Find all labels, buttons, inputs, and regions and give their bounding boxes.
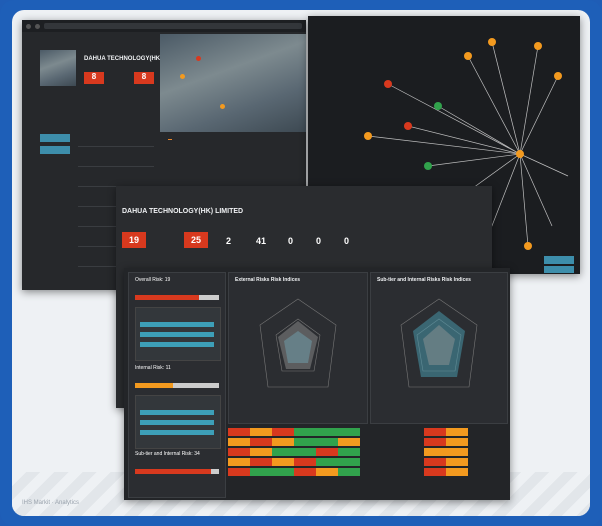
graph-node[interactable]: [534, 42, 542, 50]
external-radar-title: External Risks Risk Indices: [235, 277, 301, 283]
detail-tabs: [168, 134, 201, 140]
internal-risk-value: 11: [165, 365, 171, 371]
external-risk-radar-panel: External Risks Risk Indices: [228, 272, 368, 424]
graph-node[interactable]: [464, 52, 472, 60]
kpi-3: 2: [226, 236, 232, 246]
tab-3[interactable]: [197, 134, 201, 140]
map-marker[interactable]: [220, 104, 225, 109]
kpi-4: 41: [256, 236, 267, 246]
graph-button-2[interactable]: [544, 266, 574, 273]
kpi-overall: 19: [122, 232, 146, 248]
graph-node[interactable]: [404, 122, 412, 130]
subtier-radar-title: Sub-tier and Internal Risks Risk Indices: [377, 277, 471, 283]
subtier-risk-radar-panel: Sub-tier and Internal Risks Risk Indices: [370, 272, 508, 424]
company-title: DAHUA TECHNOLOGY(HK) LIMITED: [122, 208, 244, 215]
graph-button-1[interactable]: [544, 256, 574, 264]
kpi-5: 0: [288, 236, 294, 246]
subtier-radar-chart: [400, 298, 478, 388]
overall-risk-label: Overall Risk: 19: [135, 277, 171, 283]
screenshot-card: IHS Markit · Analytics DAHUA TECHNOLOGY(…: [12, 10, 590, 516]
brand-text: IHS Markit · Analytics: [22, 500, 80, 506]
map-marker[interactable]: [180, 74, 185, 79]
tab-2[interactable]: [182, 134, 186, 140]
graph-node[interactable]: [384, 80, 392, 88]
browser-bar: [22, 20, 306, 32]
forward-icon[interactable]: [35, 23, 40, 29]
graph-node[interactable]: [554, 72, 562, 80]
tab-1[interactable]: [168, 134, 173, 140]
risk-indices-window: Overall Risk: 19 Internal Risk: 11 Sub-t…: [124, 268, 510, 500]
graph-node[interactable]: [524, 242, 532, 250]
kpi-right: 8: [134, 72, 154, 84]
overall-risk-bar: [135, 295, 219, 300]
subtier-risk-label: Sub-tier and Internal Risk: 34: [135, 451, 200, 457]
internal-risk-label: Internal Risk: 11: [135, 365, 171, 371]
kpi-7: 0: [344, 236, 350, 246]
graph-node[interactable]: [364, 132, 372, 140]
graph-node[interactable]: [488, 38, 496, 46]
internal-risk-bar: [135, 383, 219, 388]
app-frame: IHS Markit · Analytics DAHUA TECHNOLOGY(…: [0, 0, 602, 526]
back-icon[interactable]: [26, 23, 31, 29]
internal-risk-chart: [135, 395, 221, 449]
graph-node[interactable]: [424, 162, 432, 170]
kpi-6: 0: [316, 236, 322, 246]
location-thumbnail: [40, 50, 76, 86]
overall-risk-chart: [135, 307, 221, 361]
kpi-subtier: 25: [184, 232, 208, 248]
subtier-risk-value: 34: [194, 451, 200, 457]
external-radar-chart: [259, 298, 337, 388]
risk-summary-panel: Overall Risk: 19 Internal Risk: 11 Sub-t…: [128, 272, 226, 498]
map-marker[interactable]: [196, 56, 201, 61]
address-bar[interactable]: [44, 23, 302, 29]
risk-tabs: [122, 258, 152, 259]
kpi-left: 8: [84, 72, 104, 84]
action-button-1[interactable]: [40, 134, 70, 142]
graph-node[interactable]: [516, 150, 524, 158]
action-button-2[interactable]: [40, 146, 70, 154]
graph-node[interactable]: [434, 102, 442, 110]
subtier-risk-bar: [135, 469, 219, 474]
overall-risk-value: 19: [164, 277, 171, 283]
region-map[interactable]: [160, 34, 306, 132]
